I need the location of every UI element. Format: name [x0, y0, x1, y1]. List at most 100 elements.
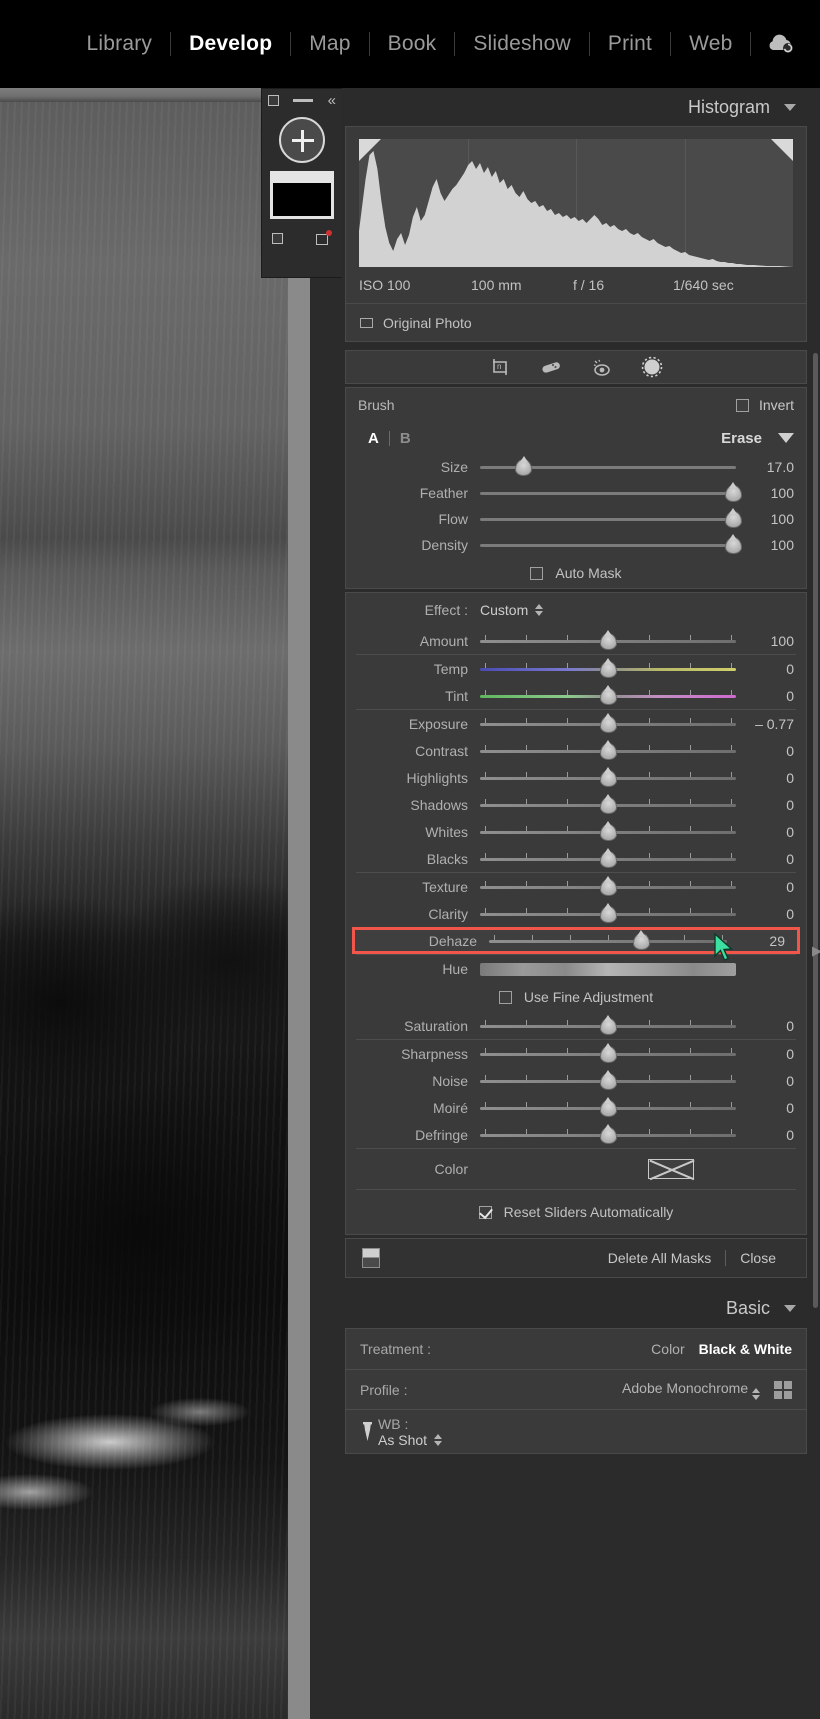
module-item-develop[interactable]: Develop: [171, 32, 290, 56]
slider-row-temp[interactable]: Temp 0: [346, 655, 806, 682]
slider-value[interactable]: 0: [736, 824, 794, 840]
color-picker-row[interactable]: Color: [346, 1149, 806, 1189]
chevron-updown-icon[interactable]: [434, 1433, 443, 1446]
brush-b-button[interactable]: B: [390, 430, 421, 447]
module-item-library[interactable]: Library: [69, 32, 171, 56]
slider-row-texture[interactable]: Texture 0: [346, 873, 806, 900]
slider-row-noise[interactable]: Noise 0: [346, 1067, 806, 1094]
wb-select[interactable]: As Shot: [378, 1432, 443, 1448]
slider-knob[interactable]: [724, 482, 742, 502]
slider-track[interactable]: [480, 684, 736, 706]
slider-knob[interactable]: [599, 629, 617, 650]
image-preview-area[interactable]: [0, 88, 310, 1719]
delete-all-masks-button[interactable]: Delete All Masks: [594, 1250, 725, 1266]
brush-erase-button[interactable]: Erase: [721, 430, 762, 447]
red-eye-icon[interactable]: [591, 357, 613, 377]
slider-value[interactable]: 0: [736, 743, 794, 759]
slider-value[interactable]: 0: [736, 1127, 794, 1143]
module-item-web[interactable]: Web: [671, 32, 750, 56]
basic-panel-header[interactable]: Basic: [342, 1288, 810, 1328]
slider-knob[interactable]: [599, 657, 617, 678]
chevron-updown-icon[interactable]: [752, 1387, 760, 1400]
slider-row-size[interactable]: Size 17.0: [346, 454, 806, 480]
mask-thumbnail[interactable]: [270, 171, 334, 219]
chevron-down-icon[interactable]: [784, 103, 796, 111]
effect-row[interactable]: Effect : Custom: [346, 593, 806, 627]
slider-track[interactable]: [480, 482, 742, 503]
slider-track[interactable]: [480, 766, 736, 788]
slider-row-feather[interactable]: Feather 100: [346, 480, 806, 506]
highlight-clipping-indicator[interactable]: [771, 139, 793, 161]
slider-value[interactable]: 0: [736, 851, 794, 867]
mask-toggle-switch[interactable]: [362, 1248, 380, 1268]
chevron-updown-icon[interactable]: [535, 604, 544, 616]
slider-track[interactable]: [480, 508, 742, 529]
histogram-header[interactable]: Histogram: [342, 88, 810, 126]
slider-value[interactable]: 100: [736, 633, 794, 649]
slider-value[interactable]: 0: [736, 1100, 794, 1116]
slider-track[interactable]: [480, 875, 736, 897]
slider-track[interactable]: [480, 456, 736, 477]
right-panel-scrollbar[interactable]: [813, 353, 818, 1308]
slider-track[interactable]: [480, 902, 736, 924]
shadow-clipping-indicator[interactable]: [359, 139, 381, 161]
slider-knob[interactable]: [599, 739, 617, 760]
slider-value[interactable]: 0: [736, 770, 794, 786]
slider-row-defringe[interactable]: Defringe 0: [346, 1121, 806, 1148]
module-item-slideshow[interactable]: Slideshow: [455, 32, 589, 56]
slider-knob[interactable]: [599, 684, 617, 705]
slider-knob[interactable]: [599, 766, 617, 787]
brush-collapse-icon[interactable]: [778, 433, 794, 443]
slider-value[interactable]: 0: [736, 1018, 794, 1034]
slider-track[interactable]: [480, 739, 736, 761]
slider-row-flow[interactable]: Flow 100: [346, 506, 806, 532]
slider-value[interactable]: 0: [736, 1046, 794, 1062]
slider-track[interactable]: [480, 1069, 736, 1091]
white-balance-selector-icon[interactable]: [360, 1421, 378, 1443]
slider-row-exposure[interactable]: Exposure – 0.77: [346, 710, 806, 737]
histogram-plot[interactable]: [359, 139, 793, 267]
slider-row-highlights[interactable]: Highlights 0: [346, 764, 806, 791]
slider-knob[interactable]: [724, 508, 742, 528]
slider-knob[interactable]: [599, 1123, 617, 1144]
slider-row-clarity[interactable]: Clarity 0: [346, 900, 806, 927]
healing-brush-icon[interactable]: [539, 358, 563, 376]
invert-control[interactable]: Invert: [735, 397, 794, 413]
slider-row-blacks[interactable]: Blacks 0: [346, 845, 806, 872]
cloud-sync-icon[interactable]: [766, 33, 794, 55]
slider-knob[interactable]: [599, 820, 617, 841]
crop-overlay-icon[interactable]: n: [489, 356, 511, 378]
module-item-print[interactable]: Print: [590, 32, 670, 56]
slider-row-density[interactable]: Density 100: [346, 532, 806, 558]
dash-icon[interactable]: [293, 98, 314, 102]
chevron-down-icon[interactable]: [784, 1304, 796, 1312]
slider-knob[interactable]: [724, 534, 742, 554]
close-button[interactable]: Close: [726, 1250, 790, 1266]
slider-row-moire[interactable]: Moiré 0: [346, 1094, 806, 1121]
slider-track[interactable]: [489, 929, 734, 961]
slider-track[interactable]: [480, 1014, 736, 1036]
slider-value[interactable]: 0: [736, 688, 794, 704]
slider-row-contrast[interactable]: Contrast 0: [346, 737, 806, 764]
slider-track[interactable]: [480, 1096, 736, 1118]
show-overlay-icon[interactable]: [272, 232, 283, 244]
slider-value[interactable]: 17.0: [736, 459, 794, 475]
module-item-book[interactable]: Book: [370, 32, 455, 56]
chevron-left-icon[interactable]: «: [328, 93, 336, 108]
slider-knob[interactable]: [599, 712, 617, 733]
square-icon[interactable]: [268, 94, 279, 106]
brush-a-button[interactable]: A: [358, 430, 389, 447]
slider-value[interactable]: 29: [727, 933, 785, 949]
slider-value[interactable]: 0: [736, 879, 794, 895]
slider-knob[interactable]: [515, 456, 533, 476]
slider-knob[interactable]: [599, 847, 617, 868]
slider-row-sharpness[interactable]: Sharpness 0: [346, 1040, 806, 1067]
treatment-option-color[interactable]: Color: [651, 1341, 684, 1357]
module-item-map[interactable]: Map: [291, 32, 368, 56]
reset-sliders-row[interactable]: Reset Sliders Automatically: [346, 1190, 806, 1234]
slider-row-dehaze[interactable]: Dehaze 29: [352, 927, 800, 961]
slider-value[interactable]: 100: [736, 537, 794, 553]
photo-seascape-black-and-white[interactable]: [0, 102, 288, 1719]
slider-track[interactable]: [480, 847, 736, 869]
slider-value[interactable]: 0: [736, 797, 794, 813]
